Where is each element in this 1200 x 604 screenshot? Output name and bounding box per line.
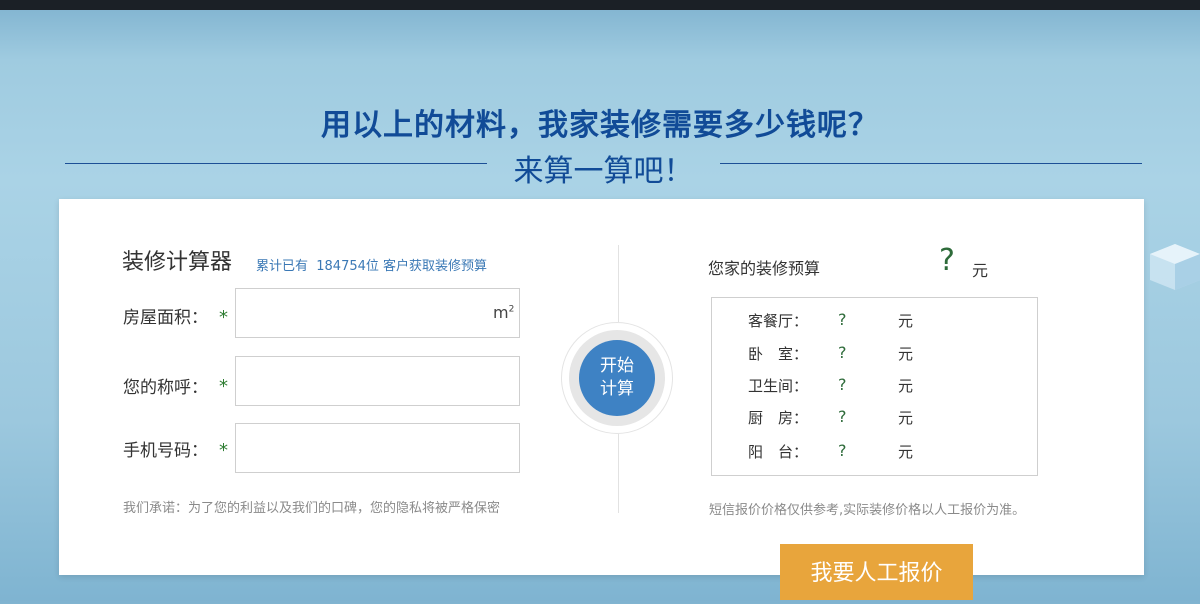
breakdown-label: 阳 台： (748, 443, 809, 461)
area-label: 房屋面积： (123, 308, 208, 328)
budget-total-unit: 元 (972, 261, 989, 280)
breakdown-value: ? (838, 343, 847, 362)
breakdown-value: ? (838, 441, 847, 460)
name-label: 您的称呼： (123, 378, 208, 398)
area-input[interactable] (235, 288, 520, 338)
budget-breakdown-box: 客餐厅： ? 元 卧 室： ? 元 卫生间： ? 元 厨 房： ? 元 阳 台：… (711, 297, 1038, 476)
divider-line-right (720, 163, 1142, 164)
area-unit: m2 (493, 303, 515, 322)
breakdown-value: ? (838, 310, 847, 329)
phone-input[interactable] (235, 423, 520, 473)
calculate-button-line2: 计算 (600, 379, 634, 399)
phone-label: 手机号码： (123, 441, 208, 461)
manual-quote-button[interactable]: 我要人工报价 (780, 544, 973, 600)
breakdown-unit: 元 (898, 409, 914, 427)
breakdown-row: 卧 室： ? 元 (712, 343, 1037, 367)
breakdown-row: 客餐厅： ? 元 (712, 310, 1037, 334)
section-headline: 用以上的材料，我家装修需要多少钱呢？ (321, 108, 879, 143)
name-required-mark: * (219, 376, 228, 397)
calculator-title: 装修计算器 (122, 250, 233, 275)
budget-total-value: ? (939, 243, 955, 278)
breakdown-unit: 元 (898, 345, 914, 363)
breakdown-value: ? (838, 375, 847, 394)
breakdown-unit: 元 (898, 312, 914, 330)
breakdown-row: 厨 房： ? 元 (712, 407, 1037, 431)
customer-count-text: 累计已有 184754位 客户获取装修预算 (256, 259, 488, 274)
breakdown-label: 卧 室： (748, 345, 809, 363)
breakdown-label: 厨 房： (748, 409, 809, 427)
breakdown-label: 客餐厅： (748, 312, 809, 330)
budget-title: 您家的装修预算 (708, 259, 821, 278)
decorative-cube-icon (1150, 244, 1200, 290)
start-calculate-button[interactable]: 开始 计算 (579, 340, 655, 416)
breakdown-label: 卫生间： (748, 377, 809, 395)
calculate-button-ring: 开始 计算 (561, 322, 673, 434)
area-required-mark: * (219, 307, 228, 328)
name-input[interactable] (235, 356, 520, 406)
top-banner-strip (0, 0, 1200, 10)
price-note: 短信报价价格仅供参考,实际装修价格以人工报价为准。 (709, 503, 1026, 518)
breakdown-row: 阳 台： ? 元 (712, 441, 1037, 465)
calculate-button-line1: 开始 (600, 356, 634, 376)
breakdown-value: ? (838, 407, 847, 426)
breakdown-unit: 元 (898, 377, 914, 395)
breakdown-unit: 元 (898, 443, 914, 461)
privacy-promise: 我们承诺：为了您的利益以及我们的口碑，您的隐私将被严格保密 (123, 501, 501, 516)
section-subheadline: 来算一算吧！ (513, 154, 694, 189)
subheadline-row: 来算一算吧！ (65, 146, 1142, 189)
phone-required-mark: * (219, 440, 228, 461)
breakdown-row: 卫生间： ? 元 (712, 375, 1037, 399)
calculator-card: 装修计算器 累计已有 184754位 客户获取装修预算 房屋面积： * m2 您… (59, 199, 1144, 575)
